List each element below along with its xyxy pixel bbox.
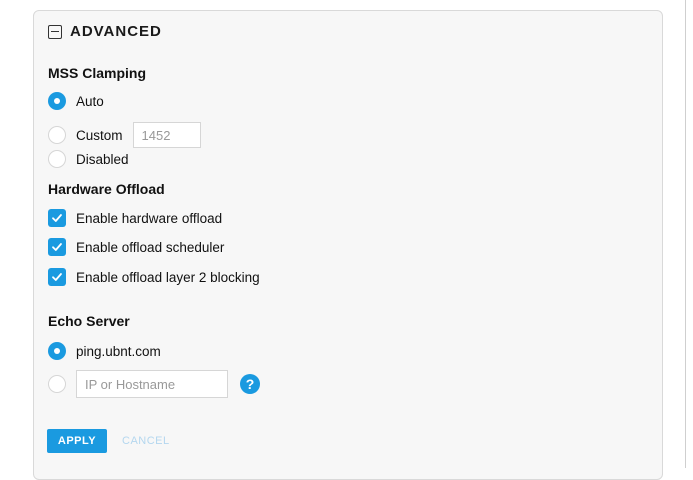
advanced-header[interactable]: ADVANCED xyxy=(48,23,162,40)
mss-auto-label: Auto xyxy=(76,93,104,109)
mss-clamping-label: MSS Clamping xyxy=(48,65,147,81)
hardware-offload-label: Hardware Offload xyxy=(48,181,165,197)
mss-option-custom[interactable]: Custom xyxy=(48,121,201,149)
mss-option-auto[interactable]: Auto xyxy=(48,91,104,111)
offload-scheduler-option[interactable]: Enable offload scheduler xyxy=(48,237,224,257)
window-edge xyxy=(685,0,686,468)
mss-auto-radio[interactable] xyxy=(48,92,66,110)
checkmark-icon xyxy=(52,273,62,281)
mss-disabled-label: Disabled xyxy=(76,151,129,167)
hw-offload-checkbox[interactable] xyxy=(48,209,66,227)
echo-host-input[interactable] xyxy=(76,370,228,398)
advanced-panel: ADVANCED MSS Clamping Auto Custom Disabl… xyxy=(33,10,663,480)
offload-l2-option[interactable]: Enable offload layer 2 blocking xyxy=(48,267,260,287)
offload-scheduler-checkbox[interactable] xyxy=(48,238,66,256)
echo-server-label: Echo Server xyxy=(48,313,130,329)
help-icon[interactable]: ? xyxy=(240,374,260,394)
echo-option-custom[interactable]: ? xyxy=(48,369,260,399)
apply-button[interactable]: APPLY xyxy=(47,429,107,453)
checkmark-icon xyxy=(52,243,62,251)
echo-custom-radio[interactable] xyxy=(48,375,66,393)
offload-l2-checkbox[interactable] xyxy=(48,268,66,286)
mss-custom-radio[interactable] xyxy=(48,126,66,144)
hw-offload-label: Enable hardware offload xyxy=(76,210,223,226)
offload-scheduler-label: Enable offload scheduler xyxy=(76,239,225,255)
offload-l2-label: Enable offload layer 2 blocking xyxy=(76,269,260,285)
cancel-button[interactable]: CANCEL xyxy=(122,429,170,453)
echo-ubnt-radio[interactable] xyxy=(48,342,66,360)
mss-option-disabled[interactable]: Disabled xyxy=(48,149,129,169)
echo-ubnt-label: ping.ubnt.com xyxy=(76,343,161,359)
echo-option-ubnt[interactable]: ping.ubnt.com xyxy=(48,341,161,361)
mss-disabled-radio[interactable] xyxy=(48,150,66,168)
hw-offload-option[interactable]: Enable hardware offload xyxy=(48,208,222,228)
checkmark-icon xyxy=(52,214,62,222)
collapse-icon[interactable] xyxy=(48,24,62,39)
section-title: ADVANCED xyxy=(70,23,162,40)
mss-custom-input[interactable] xyxy=(132,122,201,148)
mss-custom-label: Custom xyxy=(76,127,123,143)
